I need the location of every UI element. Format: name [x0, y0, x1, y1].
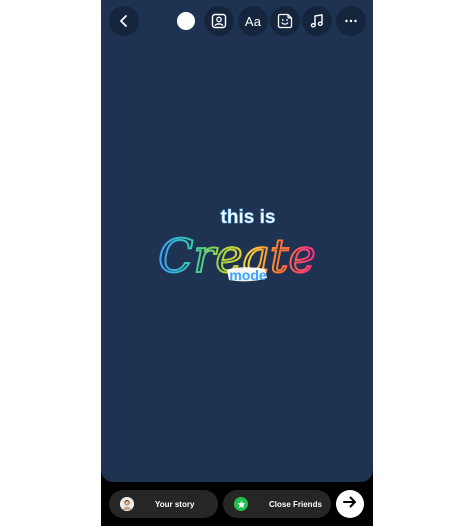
create-mode-sticker[interactable]: this is Create mode	[151, 200, 321, 300]
top-toolbar: Aa	[101, 6, 373, 40]
sticker-icon	[277, 13, 293, 29]
back-button[interactable]	[109, 6, 139, 36]
close-friends-label: Close Friends	[269, 499, 322, 509]
your-story-button[interactable]: Your story	[109, 490, 218, 518]
more-horizontal-icon	[344, 14, 358, 28]
sticker-button[interactable]	[270, 6, 300, 36]
star-icon	[234, 497, 248, 511]
story-editor: Aa this is Create mode Your story Close …	[101, 0, 373, 526]
contact-card-icon	[211, 13, 227, 29]
music-note-icon	[309, 13, 325, 29]
text-icon: Aa	[244, 13, 262, 29]
mention-button[interactable]	[204, 6, 234, 36]
sticker-line-mode: mode	[229, 267, 267, 283]
more-options-button[interactable]	[336, 6, 366, 36]
share-next-button[interactable]	[336, 490, 364, 518]
avatar	[120, 497, 134, 511]
share-bar: Your story Close Friends	[101, 488, 373, 520]
chevron-left-icon	[117, 14, 131, 28]
color-picker-button[interactable]	[177, 12, 195, 30]
sticker-line-this-is: this is	[221, 207, 276, 228]
text-button[interactable]: Aa	[238, 6, 268, 36]
your-story-label: Your story	[155, 499, 195, 509]
close-friends-button[interactable]: Close Friends	[223, 490, 331, 518]
music-button[interactable]	[302, 6, 332, 36]
story-canvas[interactable]: Aa this is Create mode	[101, 0, 373, 482]
arrow-right-icon	[342, 494, 358, 515]
